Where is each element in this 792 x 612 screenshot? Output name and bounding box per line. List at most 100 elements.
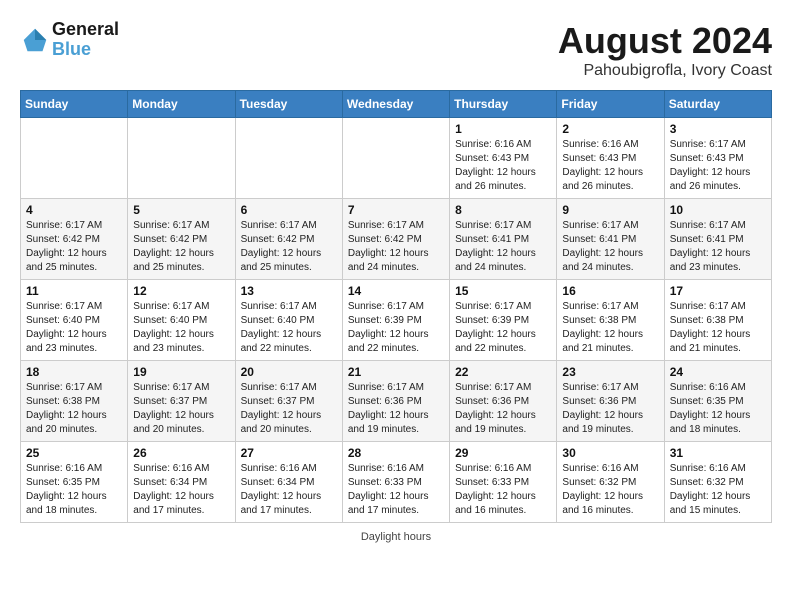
calendar-week-row: 4 Sunrise: 6:17 AM Sunset: 6:42 PM Daylig… bbox=[21, 199, 772, 280]
calendar-cell: 4 Sunrise: 6:17 AM Sunset: 6:42 PM Daylig… bbox=[21, 199, 128, 280]
daylight-note: Daylight hours bbox=[361, 531, 431, 543]
calendar-header-row: SundayMondayTuesdayWednesdayThursdayFrid… bbox=[21, 91, 772, 118]
day-number: 17 bbox=[670, 284, 766, 298]
calendar-week-row: 1Sunrise: 6:16 AM Sunset: 6:43 PM Daylig… bbox=[21, 118, 772, 199]
day-number: 19 bbox=[133, 365, 229, 379]
calendar-cell: 16 Sunrise: 6:17 AM Sunset: 6:38 PM Dayli… bbox=[557, 280, 664, 361]
col-header-thursday: Thursday bbox=[450, 91, 557, 118]
day-number: 10 bbox=[670, 203, 766, 217]
calendar-cell: 13 Sunrise: 6:17 AM Sunset: 6:40 PM Dayli… bbox=[235, 280, 342, 361]
day-number: 11 bbox=[26, 284, 122, 298]
day-number: 6 bbox=[241, 203, 337, 217]
calendar-cell: 28Sunrise: 6:16 AM Sunset: 6:33 PM Dayli… bbox=[342, 442, 449, 523]
calendar-cell: 19 Sunrise: 6:17 AM Sunset: 6:37 PM Dayli… bbox=[128, 361, 235, 442]
calendar-cell: 27Sunrise: 6:16 AM Sunset: 6:34 PM Dayli… bbox=[235, 442, 342, 523]
day-info: Sunrise: 6:17 AM Sunset: 6:40 PM Dayligh… bbox=[241, 300, 337, 356]
day-info: Sunrise: 6:17 AM Sunset: 6:42 PM Dayligh… bbox=[348, 219, 444, 275]
day-number: 3 bbox=[670, 122, 766, 136]
day-info: Sunrise: 6:16 AM Sunset: 6:34 PM Dayligh… bbox=[133, 462, 229, 518]
calendar-cell: 12 Sunrise: 6:17 AM Sunset: 6:40 PM Dayli… bbox=[128, 280, 235, 361]
calendar-cell: 8Sunrise: 6:17 AM Sunset: 6:41 PM Daylig… bbox=[450, 199, 557, 280]
day-number: 25 bbox=[26, 446, 122, 460]
calendar-cell: 1Sunrise: 6:16 AM Sunset: 6:43 PM Daylig… bbox=[450, 118, 557, 199]
day-number: 18 bbox=[26, 365, 122, 379]
day-info: Sunrise: 6:16 AM Sunset: 6:33 PM Dayligh… bbox=[348, 462, 444, 518]
col-header-saturday: Saturday bbox=[664, 91, 771, 118]
day-number: 14 bbox=[348, 284, 444, 298]
calendar-cell: 15 Sunrise: 6:17 AM Sunset: 6:39 PM Dayli… bbox=[450, 280, 557, 361]
day-info: Sunrise: 6:17 AM Sunset: 6:42 PM Dayligh… bbox=[133, 219, 229, 275]
day-info: Sunrise: 6:17 AM Sunset: 6:38 PM Dayligh… bbox=[562, 300, 658, 356]
calendar-cell: 26 Sunrise: 6:16 AM Sunset: 6:34 PM Dayli… bbox=[128, 442, 235, 523]
day-info: Sunrise: 6:16 AM Sunset: 6:43 PM Dayligh… bbox=[455, 138, 551, 194]
calendar-cell: 30 Sunrise: 6:16 AM Sunset: 6:32 PM Dayli… bbox=[557, 442, 664, 523]
calendar-cell: 17 Sunrise: 6:17 AM Sunset: 6:38 PM Dayli… bbox=[664, 280, 771, 361]
day-info: Sunrise: 6:16 AM Sunset: 6:32 PM Dayligh… bbox=[562, 462, 658, 518]
calendar-cell: 3 Sunrise: 6:17 AM Sunset: 6:43 PM Daylig… bbox=[664, 118, 771, 199]
col-header-monday: Monday bbox=[128, 91, 235, 118]
day-number: 13 bbox=[241, 284, 337, 298]
day-number: 22 bbox=[455, 365, 551, 379]
logo: General Blue bbox=[20, 20, 119, 60]
calendar-cell: 23 Sunrise: 6:17 AM Sunset: 6:36 PM Dayli… bbox=[557, 361, 664, 442]
calendar-cell bbox=[128, 118, 235, 199]
calendar-cell: 20Sunrise: 6:17 AM Sunset: 6:37 PM Dayli… bbox=[235, 361, 342, 442]
day-info: Sunrise: 6:17 AM Sunset: 6:41 PM Dayligh… bbox=[562, 219, 658, 275]
day-info: Sunrise: 6:16 AM Sunset: 6:43 PM Dayligh… bbox=[562, 138, 658, 194]
day-info: Sunrise: 6:17 AM Sunset: 6:36 PM Dayligh… bbox=[455, 381, 551, 437]
col-header-friday: Friday bbox=[557, 91, 664, 118]
day-number: 7 bbox=[348, 203, 444, 217]
logo-icon bbox=[20, 25, 50, 55]
calendar-cell: 11 Sunrise: 6:17 AM Sunset: 6:40 PM Dayli… bbox=[21, 280, 128, 361]
day-number: 2 bbox=[562, 122, 658, 136]
day-info: Sunrise: 6:17 AM Sunset: 6:41 PM Dayligh… bbox=[455, 219, 551, 275]
day-number: 21 bbox=[348, 365, 444, 379]
calendar-cell: 9Sunrise: 6:17 AM Sunset: 6:41 PM Daylig… bbox=[557, 199, 664, 280]
day-info: Sunrise: 6:17 AM Sunset: 6:40 PM Dayligh… bbox=[133, 300, 229, 356]
day-number: 29 bbox=[455, 446, 551, 460]
day-info: Sunrise: 6:16 AM Sunset: 6:35 PM Dayligh… bbox=[670, 381, 766, 437]
day-info: Sunrise: 6:16 AM Sunset: 6:34 PM Dayligh… bbox=[241, 462, 337, 518]
page-header: General Blue August 2024 Pahoubigrofla, … bbox=[20, 20, 772, 80]
calendar-week-row: 18 Sunrise: 6:17 AM Sunset: 6:38 PM Dayli… bbox=[21, 361, 772, 442]
day-info: Sunrise: 6:17 AM Sunset: 6:38 PM Dayligh… bbox=[26, 381, 122, 437]
day-info: Sunrise: 6:17 AM Sunset: 6:42 PM Dayligh… bbox=[26, 219, 122, 275]
day-info: Sunrise: 6:17 AM Sunset: 6:36 PM Dayligh… bbox=[562, 381, 658, 437]
calendar-cell: 25Sunrise: 6:16 AM Sunset: 6:35 PM Dayli… bbox=[21, 442, 128, 523]
day-info: Sunrise: 6:17 AM Sunset: 6:43 PM Dayligh… bbox=[670, 138, 766, 194]
calendar-cell: 22 Sunrise: 6:17 AM Sunset: 6:36 PM Dayli… bbox=[450, 361, 557, 442]
location-title: Pahoubigrofla, Ivory Coast bbox=[558, 62, 772, 80]
day-number: 20 bbox=[241, 365, 337, 379]
day-number: 4 bbox=[26, 203, 122, 217]
calendar-week-row: 25Sunrise: 6:16 AM Sunset: 6:35 PM Dayli… bbox=[21, 442, 772, 523]
calendar-cell: 6 Sunrise: 6:17 AM Sunset: 6:42 PM Daylig… bbox=[235, 199, 342, 280]
day-number: 16 bbox=[562, 284, 658, 298]
day-number: 5 bbox=[133, 203, 229, 217]
day-info: Sunrise: 6:17 AM Sunset: 6:39 PM Dayligh… bbox=[455, 300, 551, 356]
calendar-cell: 18 Sunrise: 6:17 AM Sunset: 6:38 PM Dayli… bbox=[21, 361, 128, 442]
day-number: 15 bbox=[455, 284, 551, 298]
calendar-cell: 7 Sunrise: 6:17 AM Sunset: 6:42 PM Daylig… bbox=[342, 199, 449, 280]
calendar-cell: 5 Sunrise: 6:17 AM Sunset: 6:42 PM Daylig… bbox=[128, 199, 235, 280]
calendar-cell bbox=[235, 118, 342, 199]
calendar-cell bbox=[342, 118, 449, 199]
col-header-sunday: Sunday bbox=[21, 91, 128, 118]
calendar-week-row: 11 Sunrise: 6:17 AM Sunset: 6:40 PM Dayli… bbox=[21, 280, 772, 361]
day-info: Sunrise: 6:17 AM Sunset: 6:37 PM Dayligh… bbox=[133, 381, 229, 437]
day-number: 26 bbox=[133, 446, 229, 460]
day-number: 23 bbox=[562, 365, 658, 379]
calendar-cell: 31Sunrise: 6:16 AM Sunset: 6:32 PM Dayli… bbox=[664, 442, 771, 523]
calendar-cell: 29Sunrise: 6:16 AM Sunset: 6:33 PM Dayli… bbox=[450, 442, 557, 523]
calendar-cell: 2 Sunrise: 6:16 AM Sunset: 6:43 PM Daylig… bbox=[557, 118, 664, 199]
day-info: Sunrise: 6:17 AM Sunset: 6:40 PM Dayligh… bbox=[26, 300, 122, 356]
calendar-cell bbox=[21, 118, 128, 199]
month-title: August 2024 bbox=[558, 20, 772, 62]
day-number: 24 bbox=[670, 365, 766, 379]
logo-text: General Blue bbox=[52, 20, 119, 60]
day-number: 12 bbox=[133, 284, 229, 298]
day-info: Sunrise: 6:17 AM Sunset: 6:38 PM Dayligh… bbox=[670, 300, 766, 356]
calendar-cell: 14Sunrise: 6:17 AM Sunset: 6:39 PM Dayli… bbox=[342, 280, 449, 361]
calendar-cell: 21Sunrise: 6:17 AM Sunset: 6:36 PM Dayli… bbox=[342, 361, 449, 442]
day-info: Sunrise: 6:17 AM Sunset: 6:42 PM Dayligh… bbox=[241, 219, 337, 275]
day-number: 30 bbox=[562, 446, 658, 460]
